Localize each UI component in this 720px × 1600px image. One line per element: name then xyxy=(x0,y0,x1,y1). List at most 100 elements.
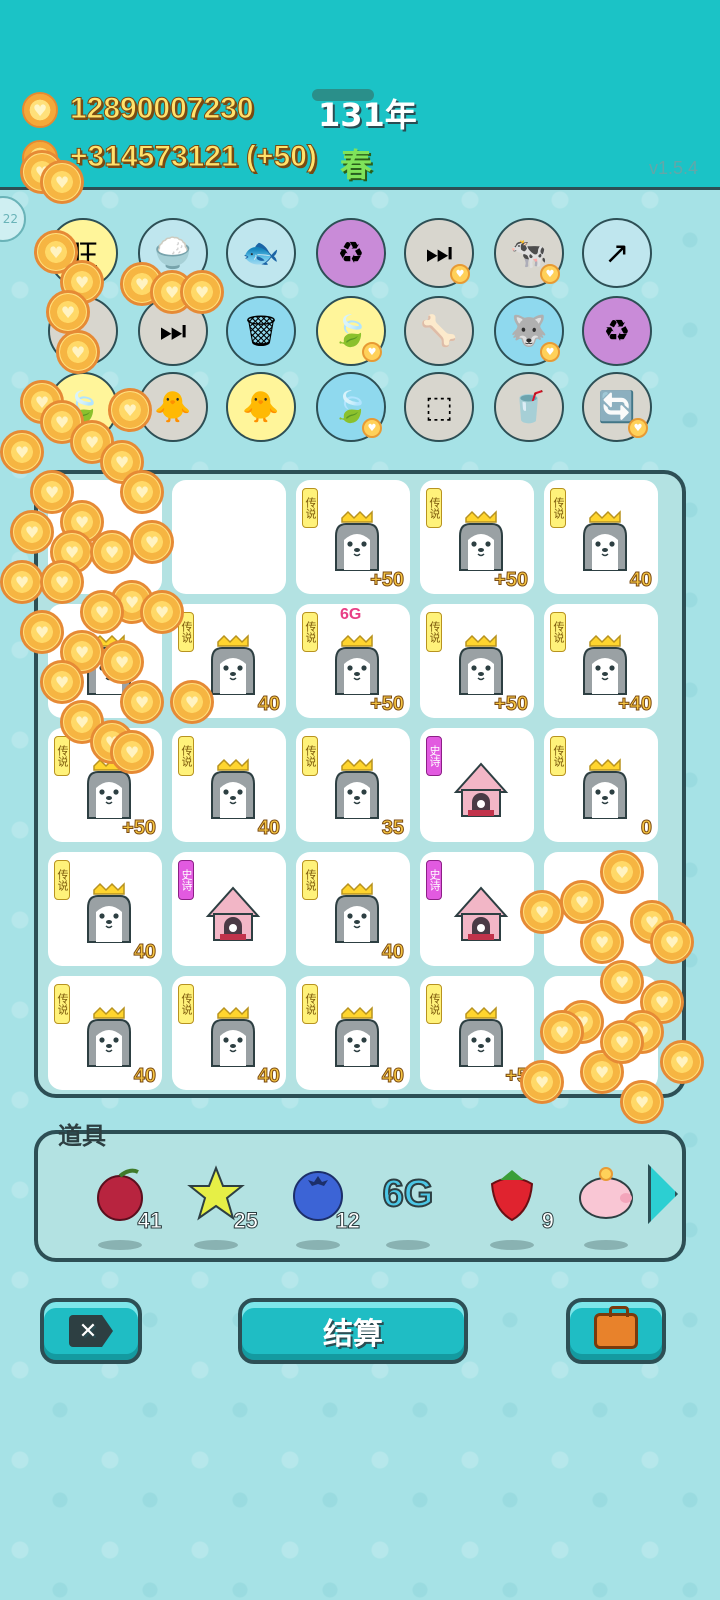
prop-item[interactable]: 41 xyxy=(80,1144,163,1254)
rarity-tag: 史诗 xyxy=(178,860,194,900)
item-slot[interactable]: 🍃 ♥ xyxy=(316,296,386,366)
prop-item[interactable] xyxy=(566,1144,646,1254)
board-tile[interactable]: 传说 +40 xyxy=(544,604,658,718)
item-slot[interactable]: 🐟 xyxy=(226,218,296,288)
board-tile[interactable]: 传说 0 xyxy=(544,728,658,842)
flying-coin-icon: ♥ xyxy=(620,1080,664,1124)
settle-button[interactable]: 结算 xyxy=(238,1298,468,1364)
flying-coin-icon: ♥ xyxy=(520,890,564,934)
bag-button[interactable] xyxy=(566,1298,666,1364)
prop-item[interactable]: 9 xyxy=(472,1144,555,1254)
tile-value: +40 xyxy=(618,693,653,716)
prop-item[interactable]: 6G xyxy=(368,1144,448,1254)
board-tile[interactable]: 传说 40 xyxy=(296,976,410,1090)
board-tile[interactable]: 传说 40 xyxy=(172,976,286,1090)
item-slot[interactable]: 🐄 ♥ xyxy=(494,218,564,288)
briefcase-icon xyxy=(594,1306,638,1349)
flying-coin-icon: ♥ xyxy=(0,430,44,474)
item-slot[interactable]: 🍃 ♥ xyxy=(316,372,386,442)
rarity-tag: 传说 xyxy=(302,612,318,652)
tile-value: 40 xyxy=(133,1065,156,1088)
item-slot[interactable]: 🗑 xyxy=(226,296,296,366)
flying-coin-icon: ♥ xyxy=(110,730,154,774)
tile-value: 40 xyxy=(257,693,280,716)
item-slot[interactable]: ↗ xyxy=(582,218,652,288)
item-slot[interactable]: ♻ xyxy=(582,296,652,366)
tile-value: 40 xyxy=(629,569,652,592)
board-tile[interactable]: 传说 40 xyxy=(544,480,658,594)
rarity-tag: 传说 xyxy=(550,488,566,528)
rarity-tag: 传说 xyxy=(550,612,566,652)
board-tile[interactable]: 传说 40 xyxy=(48,852,162,966)
husky-king-icon xyxy=(450,634,512,696)
prop-item[interactable]: 25 xyxy=(176,1144,259,1254)
item-slot[interactable]: ♻ xyxy=(316,218,386,288)
close-button[interactable]: ✕ xyxy=(40,1298,142,1364)
heart-badge-icon: ♥ xyxy=(540,342,560,362)
prop-count: 9 xyxy=(541,1208,554,1234)
husky-king-icon xyxy=(78,1006,140,1068)
item-slot[interactable]: 🐺 ♥ xyxy=(494,296,564,366)
prop-count: 41 xyxy=(137,1208,163,1234)
prop-shadow xyxy=(584,1240,628,1250)
prop-shadow xyxy=(490,1240,534,1250)
husky-king-icon xyxy=(450,510,512,572)
board-tile[interactable]: 传说 40 xyxy=(48,976,162,1090)
board-tile[interactable]: 传说 40 xyxy=(172,728,286,842)
tile-value: 0 xyxy=(640,817,652,840)
flying-coin-icon: ♥ xyxy=(140,590,184,634)
next-arrow-button[interactable] xyxy=(648,1164,678,1224)
flying-coin-icon: ♥ xyxy=(100,640,144,684)
board-tile[interactable]: 传说 35 xyxy=(296,728,410,842)
flying-coin-icon: ♥ xyxy=(40,160,84,204)
board-tile[interactable]: 传说 +50 xyxy=(296,480,410,594)
husky-king-icon xyxy=(326,758,388,820)
flying-coin-icon: ♥ xyxy=(46,290,90,334)
item-slot[interactable]: 🔄 ♥ xyxy=(582,372,652,442)
flying-coin-icon: ♥ xyxy=(130,520,174,564)
board-tile[interactable]: 史诗 xyxy=(420,852,534,966)
item-slot[interactable]: 🦴 xyxy=(404,296,474,366)
board-tile[interactable]: 史诗 xyxy=(420,728,534,842)
rarity-tag: 史诗 xyxy=(426,860,442,900)
pet-house-icon xyxy=(450,758,512,820)
prop-shadow xyxy=(98,1240,142,1250)
heart-badge-icon: ♥ xyxy=(540,264,560,284)
flying-coin-icon: ♥ xyxy=(108,388,152,432)
rarity-tag: 传说 xyxy=(54,984,70,1024)
item-slot[interactable]: 🥤 xyxy=(494,372,564,442)
board-tile[interactable]: 传说 40 xyxy=(296,852,410,966)
prop-item[interactable]: 12 xyxy=(278,1144,361,1254)
rarity-tag: 传说 xyxy=(426,984,442,1024)
board-tile[interactable]: 传说 6G +50 xyxy=(296,604,410,718)
rarity-tag: 传说 xyxy=(302,488,318,528)
prop-count: 12 xyxy=(335,1208,361,1234)
item-slot[interactable]: ⬚ xyxy=(404,372,474,442)
heart-badge-icon: ♥ xyxy=(362,342,382,362)
board-tile[interactable] xyxy=(172,480,286,594)
flying-coin-icon: ♥ xyxy=(90,530,134,574)
board-tile[interactable]: 传说 +50 xyxy=(420,480,534,594)
heart-badge-icon: ♥ xyxy=(362,418,382,438)
prop-shadow xyxy=(296,1240,340,1250)
husky-king-icon xyxy=(326,634,388,696)
rarity-tag: 传说 xyxy=(426,488,442,528)
flying-coin-icon: ♥ xyxy=(660,1040,704,1084)
rarity-tag: 传说 xyxy=(178,984,194,1024)
flying-coin-icon: ♥ xyxy=(80,590,124,634)
item-slot[interactable]: 🐥 xyxy=(226,372,296,442)
flying-coin-icon: ♥ xyxy=(56,330,100,374)
6g-icon: 6G xyxy=(382,1172,435,1216)
item-slot[interactable]: ⏭ ♥ xyxy=(404,218,474,288)
board-tile[interactable]: 史诗 xyxy=(172,852,286,966)
board-tile[interactable]: 传说 +50 xyxy=(420,604,534,718)
rarity-tag: 传说 xyxy=(302,736,318,776)
board-tile[interactable]: 传说 +5 xyxy=(420,976,534,1090)
rarity-tag: 传说 xyxy=(54,736,70,776)
props-label: 道具 xyxy=(58,1122,106,1150)
tile-value: +50 xyxy=(370,693,405,716)
flying-coin-icon: ♥ xyxy=(180,270,224,314)
tile-value: 40 xyxy=(257,817,280,840)
piggy-bank-icon xyxy=(576,1164,636,1224)
version-label: v1.5.4 xyxy=(648,158,698,178)
